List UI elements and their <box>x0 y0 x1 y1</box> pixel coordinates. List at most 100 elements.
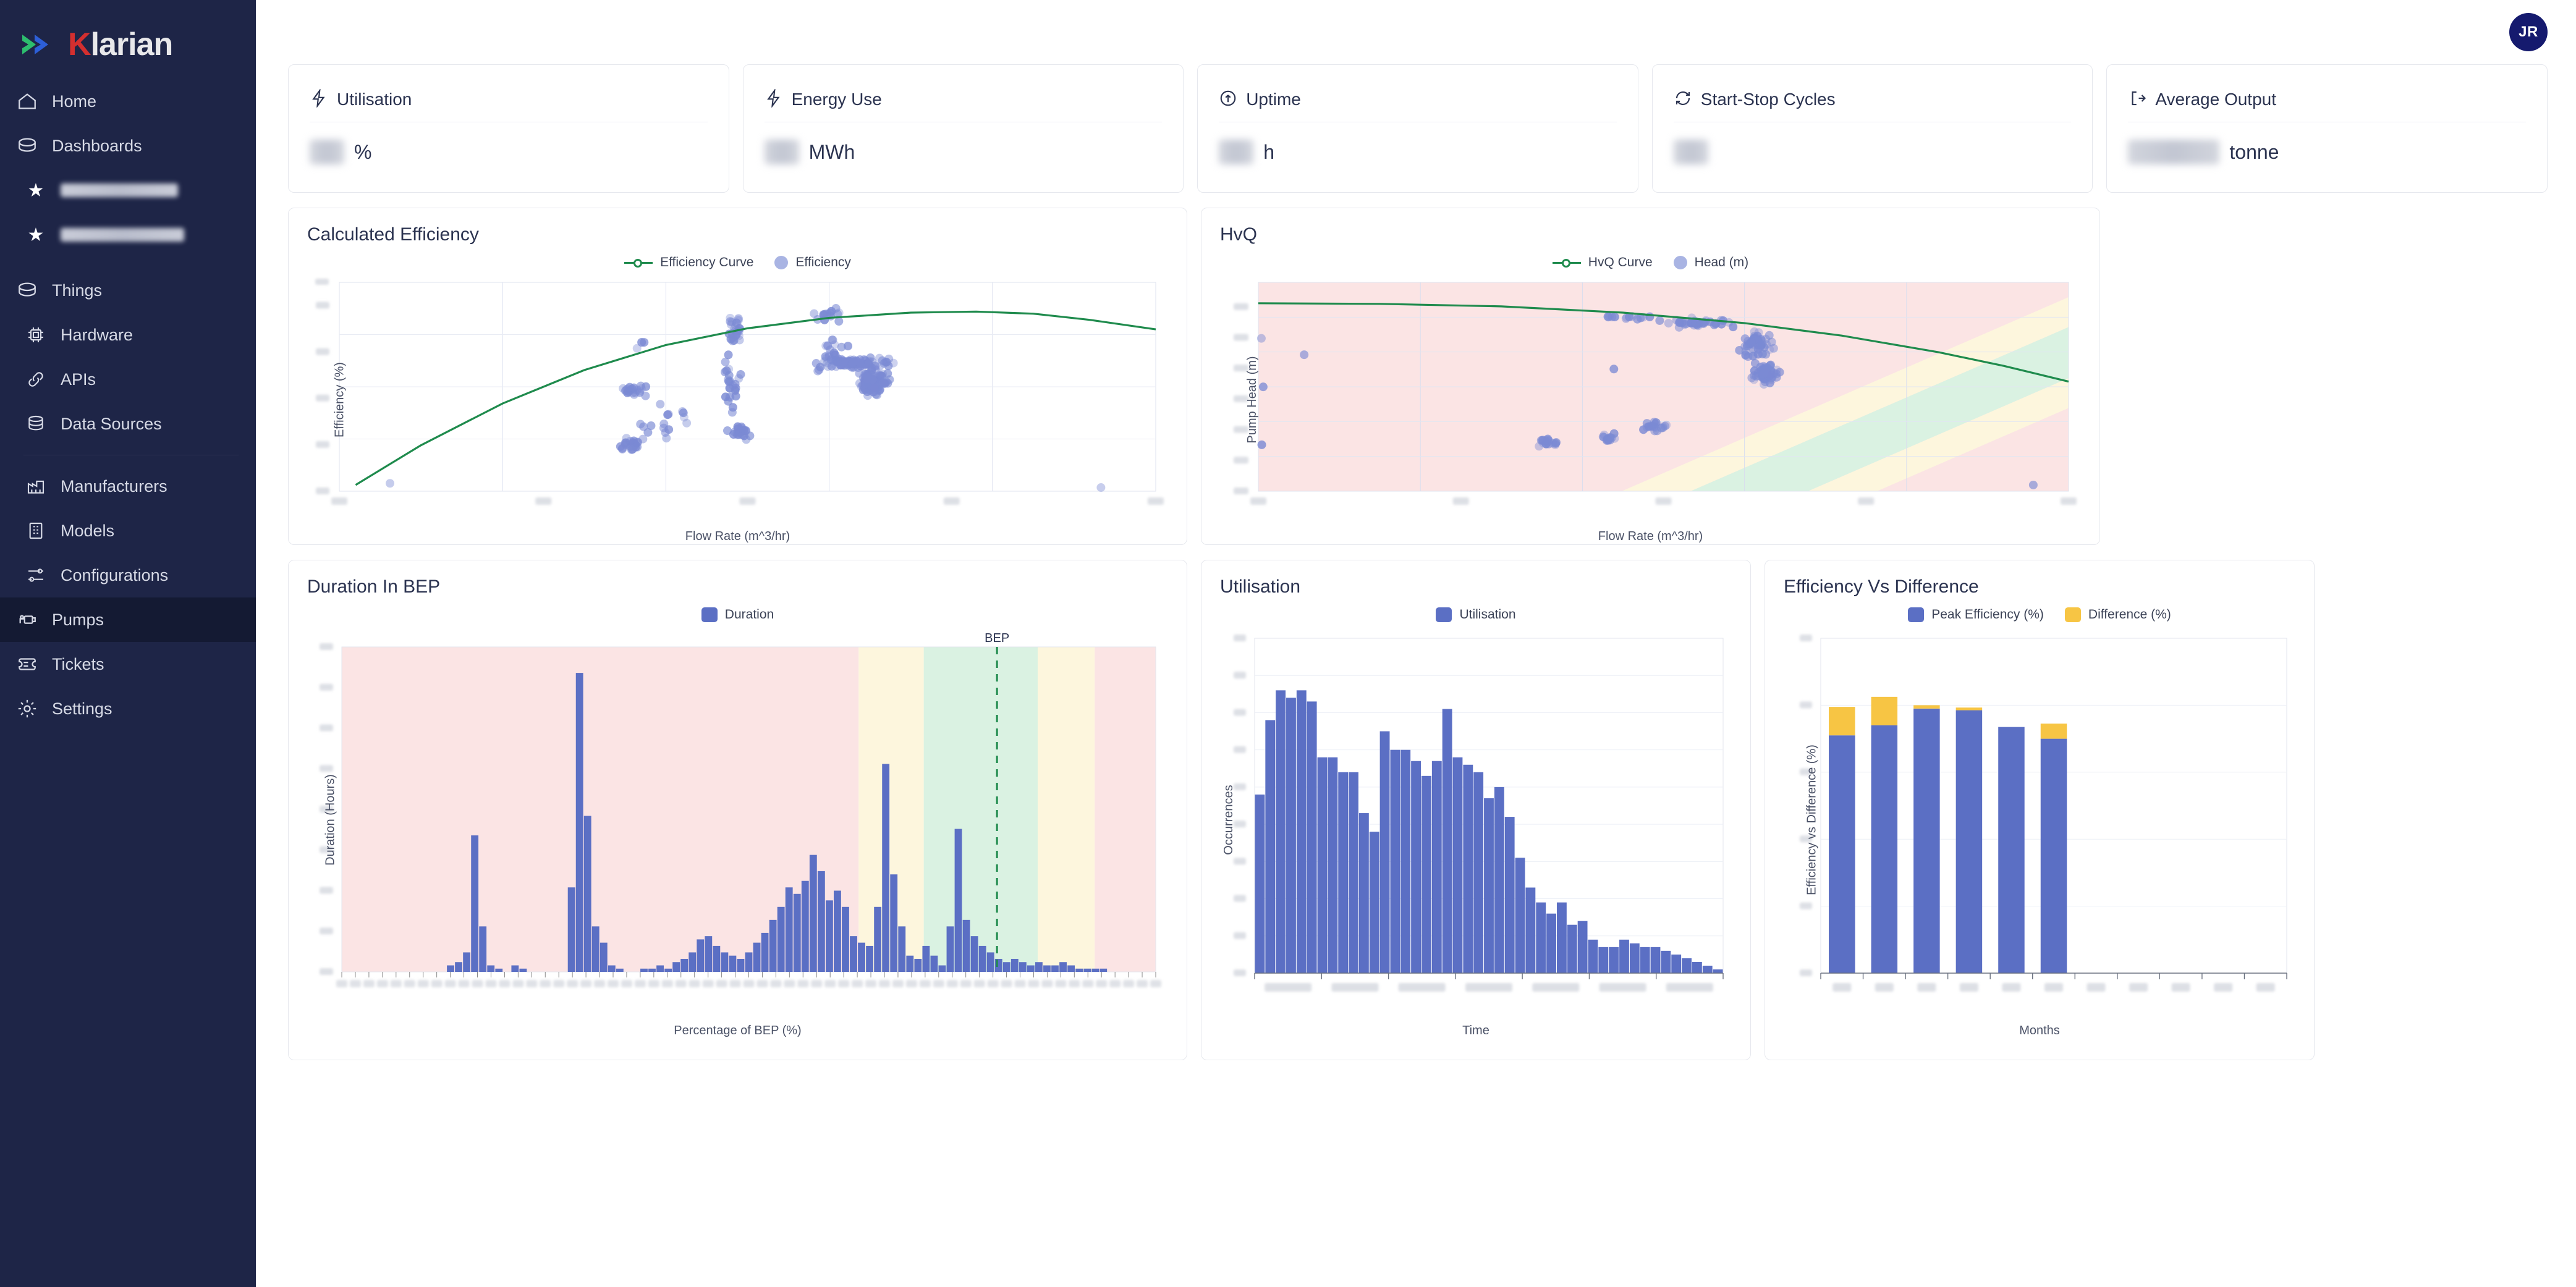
chart-title: Duration In BEP <box>307 576 441 597</box>
sidebar-item-dashboards[interactable]: Dashboards <box>0 124 256 168</box>
bar <box>487 965 495 972</box>
sidebar-item-tickets[interactable]: Tickets <box>0 642 256 686</box>
klarian-chevrons-icon <box>22 35 48 54</box>
bar <box>1713 969 1723 973</box>
efficiency-scatter-plot[interactable] <box>307 276 1169 523</box>
sidebar-item-home[interactable]: Home <box>0 79 256 124</box>
efficiency-vs-difference-bars[interactable] <box>1784 628 2297 1018</box>
legend-item[interactable]: Efficiency Curve <box>624 255 753 270</box>
utilisation-histogram[interactable] <box>1220 628 1733 1018</box>
bar <box>1484 798 1494 973</box>
bar <box>567 887 575 972</box>
bar <box>664 968 672 972</box>
line-marker-icon <box>1552 257 1581 268</box>
chart-title: Utilisation <box>1220 576 1301 597</box>
bar <box>1390 749 1400 973</box>
bar <box>1067 965 1075 972</box>
home-icon <box>14 88 41 115</box>
chip-icon <box>22 321 49 348</box>
kpi-unit: tonne <box>2229 140 2279 163</box>
legend-item[interactable]: Utilisation <box>1436 607 1516 622</box>
legend-item[interactable]: Head (m) <box>1673 255 1748 270</box>
card-calculated-efficiency: Calculated Efficiency Efficiency Curve E… <box>288 208 1187 545</box>
bar <box>1619 939 1629 973</box>
bep-annotation: BEP <box>985 631 1009 645</box>
bar <box>1286 698 1296 973</box>
sidebar-item-favourite-dashboard-1[interactable]: ★ <box>0 168 256 213</box>
sidebar-item-pumps[interactable]: Pumps <box>0 597 256 642</box>
avatar[interactable]: JR <box>2509 13 2548 51</box>
bar <box>1296 690 1307 973</box>
kpi-card-energy-use[interactable]: Energy Use MWh <box>742 64 1184 193</box>
bar <box>1400 749 1411 973</box>
bar <box>1640 947 1650 973</box>
bar <box>1358 813 1369 973</box>
chart-title: HvQ <box>1220 224 1257 245</box>
kpi-value-redacted <box>310 140 344 164</box>
bar <box>842 906 849 972</box>
square-marker-icon <box>1908 607 1925 622</box>
kpi-value-redacted <box>1673 140 1708 164</box>
bar <box>874 906 882 972</box>
kpi-unit: h <box>1263 140 1274 163</box>
x-ticks <box>341 972 1156 977</box>
bar <box>930 955 938 972</box>
bar <box>1515 858 1525 973</box>
bar <box>986 952 994 972</box>
dashboard-content: Utilisation % Energy Use MWh Uptime h St… <box>256 64 2576 1060</box>
legend-item[interactable]: Peak Efficiency (%) <box>1908 607 2044 622</box>
sidebar-item-apis[interactable]: APIs <box>0 357 256 402</box>
bar <box>1317 757 1328 973</box>
bar <box>1577 921 1588 973</box>
sidebar-item-settings[interactable]: Settings <box>0 686 256 731</box>
axis-tick-labels-redacted <box>331 497 1164 505</box>
kpi-card-utilisation[interactable]: Utilisation % <box>288 64 729 193</box>
legend-item[interactable]: Duration <box>701 607 774 622</box>
kpi-value-redacted <box>2128 140 2220 164</box>
duration-in-bep-histogram[interactable]: BEP <box>307 628 1169 1018</box>
bar <box>713 945 721 972</box>
bar <box>825 900 833 972</box>
sidebar-item-things[interactable]: Things <box>0 268 256 313</box>
ticket-icon <box>14 651 41 678</box>
sidebar-item-data-sources[interactable]: Data Sources <box>0 402 256 446</box>
bar <box>1546 913 1556 973</box>
hvq-scatter-plot[interactable] <box>1220 276 2082 523</box>
chart-title: Calculated Efficiency <box>307 224 479 245</box>
bar <box>697 939 705 972</box>
kpi-card-start-stop-cycles[interactable]: Start-Stop Cycles <box>1651 64 2093 193</box>
bolt-icon <box>310 88 328 111</box>
bar-difference <box>1829 707 1855 736</box>
kpi-value-redacted <box>764 140 799 164</box>
bar <box>785 887 793 972</box>
kpi-card-uptime[interactable]: Uptime h <box>1197 64 1638 193</box>
sidebar-item-hardware[interactable]: Hardware <box>0 313 256 357</box>
sliders-icon <box>22 562 49 589</box>
sidebar-item-favourite-dashboard-2[interactable]: ★ <box>0 213 256 257</box>
sidebar-item-models[interactable]: Models <box>0 508 256 553</box>
bar <box>1265 720 1276 973</box>
brand-logo[interactable]: Klarian <box>0 0 256 67</box>
bar <box>761 932 769 972</box>
y-axis-label: Duration (Hours) <box>323 774 337 866</box>
bar <box>1328 757 1338 973</box>
bar <box>769 919 777 972</box>
legend-item[interactable]: HvQ Curve <box>1552 255 1653 270</box>
card-duration-in-bep: Duration In BEP Duration Duration (Hours… <box>288 560 1187 1060</box>
chart-title: Efficiency Vs Difference <box>1784 576 1979 597</box>
bar <box>463 952 471 972</box>
bar <box>1431 761 1442 973</box>
bar <box>672 962 680 972</box>
kpi-card-average-output[interactable]: Average Output tonne <box>2106 64 2548 193</box>
legend-item[interactable]: Efficiency <box>774 255 851 270</box>
bep-bands <box>1258 282 2069 491</box>
bar <box>1609 947 1619 973</box>
sidebar-item-manufacturers[interactable]: Manufacturers <box>0 464 256 508</box>
sidebar-item-configurations[interactable]: Configurations <box>0 553 256 597</box>
chart-legend: Efficiency Curve Efficiency <box>307 249 1168 276</box>
bar-peak-efficiency <box>1829 735 1855 973</box>
legend-item[interactable]: Difference (%) <box>2064 607 2171 622</box>
bar <box>1075 968 1083 972</box>
bar-peak-efficiency <box>1871 725 1898 973</box>
square-marker-icon <box>1436 607 1452 622</box>
